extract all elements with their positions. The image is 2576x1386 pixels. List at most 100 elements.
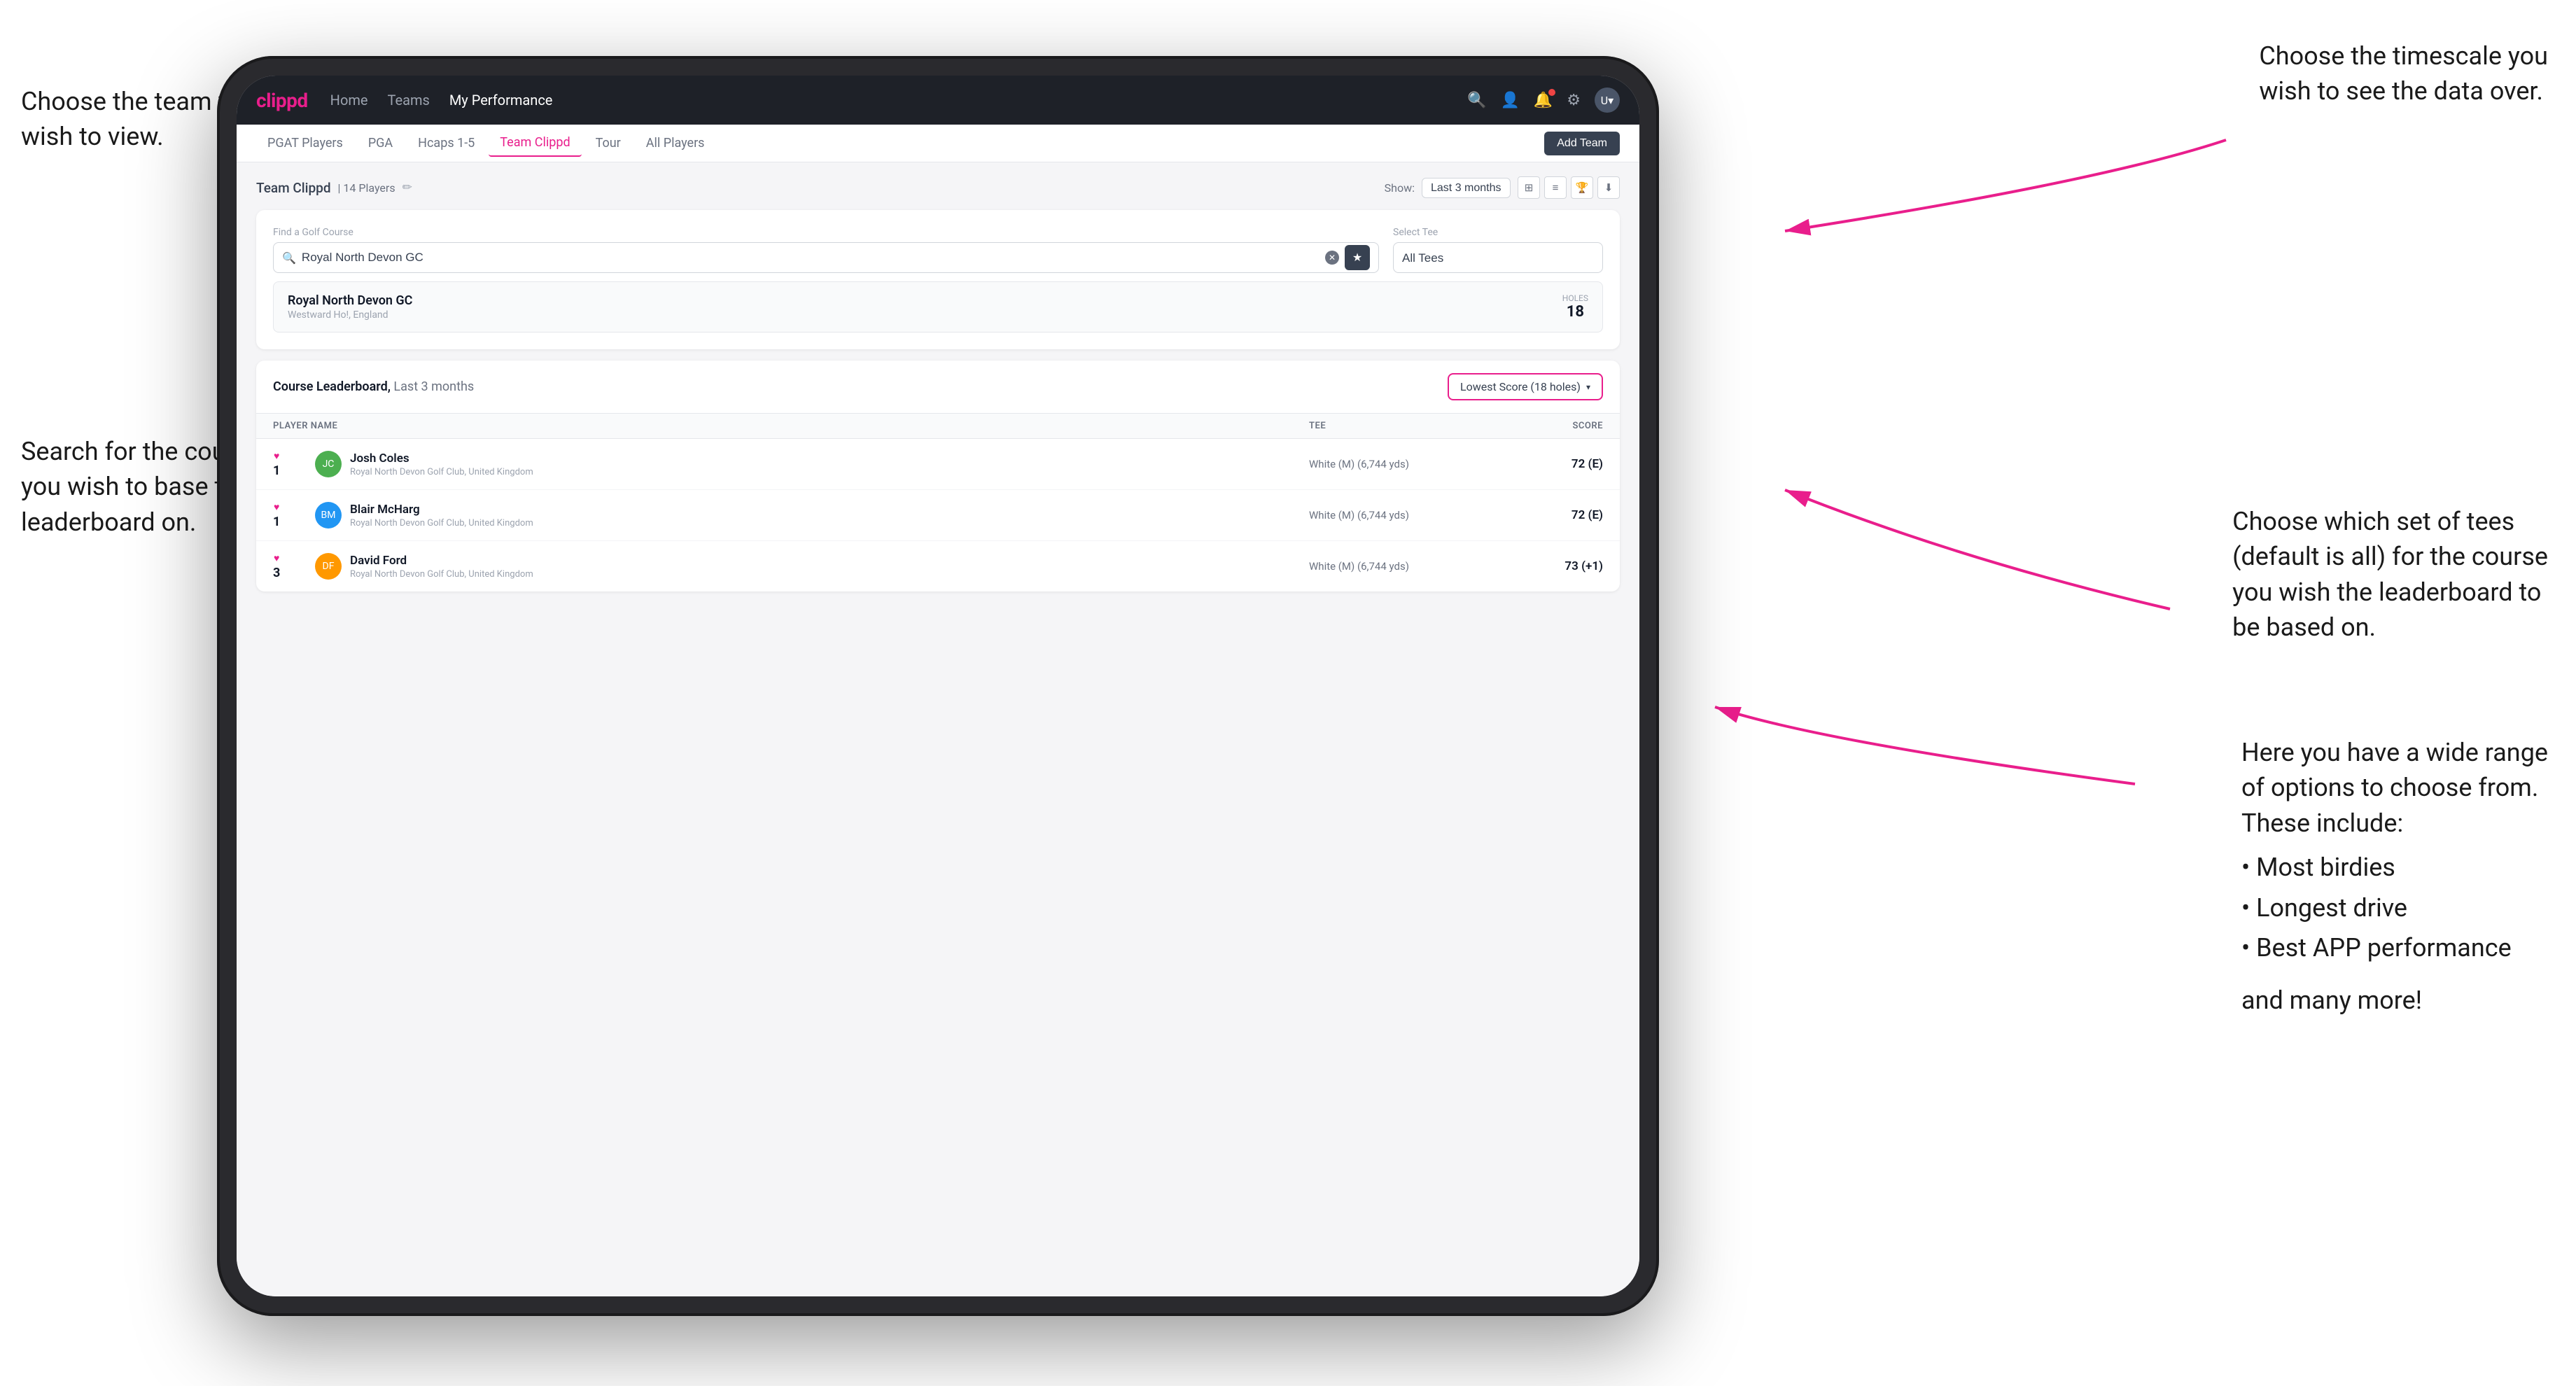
search-icon[interactable]: 🔍 — [1467, 92, 1486, 109]
tablet-screen: clippd Home Teams My Performance 🔍 👤 🔔 ⚙… — [237, 76, 1639, 1296]
add-team-button[interactable]: Add Team — [1544, 132, 1620, 155]
col-header-score: SCORE — [1491, 421, 1603, 431]
table-row: ♥ 1 BM Blair McHarg Royal North Devon Go… — [256, 490, 1620, 541]
team-title: Team Clippd | 14 Players ✏ — [256, 180, 412, 196]
score-cell-3: 73 (+1) — [1491, 559, 1603, 573]
tee-select-section: Select Tee All Tees — [1393, 227, 1603, 273]
player-info-2: BM Blair McHarg Royal North Devon Golf C… — [315, 502, 1309, 528]
sub-nav-all-players[interactable]: All Players — [635, 130, 716, 156]
leaderboard-title: Course Leaderboard, Last 3 months — [273, 379, 474, 394]
tee-cell-1: White (M) (6,744 yds) — [1309, 458, 1491, 470]
user-avatar[interactable]: U▾ — [1595, 88, 1620, 113]
search-row: Find a Golf Course 🔍 ✕ ★ Select Tee Al — [273, 227, 1603, 273]
nav-link-teams[interactable]: Teams — [388, 92, 430, 108]
table-header: PLAYER NAME TEE SCORE — [256, 414, 1620, 439]
trophy-view-button[interactable]: 🏆 — [1571, 176, 1593, 199]
tee-select-dropdown[interactable]: All Tees — [1393, 242, 1603, 273]
list-view-button[interactable]: ≡ — [1544, 176, 1567, 199]
heart-icon-1[interactable]: ♥ — [274, 450, 279, 462]
show-controls: Show: Last 3 months ⊞ ≡ 🏆 ⬇ — [1385, 176, 1620, 199]
course-search-section: Find a Golf Course 🔍 ✕ ★ — [273, 227, 1379, 273]
holes-label: Holes — [1562, 293, 1588, 303]
option-drive: Longest drive — [2241, 888, 2548, 929]
player-club-2: Royal North Devon Golf Club, United King… — [350, 518, 533, 528]
sub-nav-tour[interactable]: Tour — [584, 130, 632, 156]
sub-nav-pga[interactable]: PGA — [357, 130, 404, 156]
player-name-3: David Ford — [350, 554, 533, 568]
favorite-button[interactable]: ★ — [1345, 245, 1370, 270]
course-search-label: Find a Golf Course — [273, 227, 1379, 238]
rank-3: ♥ 3 — [273, 552, 280, 580]
clear-search-button[interactable]: ✕ — [1325, 251, 1339, 265]
annotation-tees: Choose which set of tees (default is all… — [2232, 504, 2548, 645]
tee-select-wrapper: All Tees — [1393, 242, 1603, 273]
view-icons: ⊞ ≡ 🏆 ⬇ — [1518, 176, 1620, 199]
player-info-3: DF David Ford Royal North Devon Golf Clu… — [315, 553, 1309, 580]
leaderboard-header: Course Leaderboard, Last 3 months Lowest… — [256, 360, 1620, 414]
course-search-input[interactable] — [302, 251, 1320, 265]
player-rank-3: ♥ 3 — [273, 552, 315, 580]
course-result: Royal North Devon GC Westward Ho!, Engla… — [273, 281, 1603, 332]
course-search-wrapper: 🔍 ✕ ★ — [273, 242, 1379, 273]
nav-links: Home Teams My Performance — [330, 92, 553, 108]
score-cell-2: 72 (E) — [1491, 508, 1603, 522]
navbar: clippd Home Teams My Performance 🔍 👤 🔔 ⚙… — [237, 76, 1639, 125]
leaderboard-card: Course Leaderboard, Last 3 months Lowest… — [256, 360, 1620, 592]
sub-nav-hcaps[interactable]: Hcaps 1-5 — [407, 130, 486, 156]
tee-select-label: Select Tee — [1393, 227, 1603, 238]
col-header-tee: TEE — [1309, 421, 1491, 431]
nav-right: 🔍 👤 🔔 ⚙ U▾ — [1467, 88, 1620, 113]
player-details-3: David Ford Royal North Devon Golf Club, … — [350, 554, 533, 580]
col-header-player: PLAYER NAME — [273, 421, 1309, 431]
player-count: | 14 Players — [338, 181, 396, 195]
tablet-frame: clippd Home Teams My Performance 🔍 👤 🔔 ⚙… — [217, 56, 1659, 1316]
nav-logo: clippd — [256, 89, 308, 112]
sub-navbar: PGAT Players PGA Hcaps 1-5 Team Clippd T… — [237, 125, 1639, 162]
edit-team-icon[interactable]: ✏ — [402, 181, 412, 195]
search-card: Find a Golf Course 🔍 ✕ ★ Select Tee Al — [256, 210, 1620, 349]
score-cell-1: 72 (E) — [1491, 457, 1603, 471]
course-info: Royal North Devon GC Westward Ho!, Engla… — [288, 293, 412, 321]
search-icon-small: 🔍 — [282, 251, 296, 265]
download-view-button[interactable]: ⬇ — [1597, 176, 1620, 199]
nav-link-performance[interactable]: My Performance — [449, 92, 553, 108]
option-app: Best APP performance — [2241, 928, 2548, 969]
player-rank-2: ♥ 1 — [273, 501, 315, 529]
course-name: Royal North Devon GC — [288, 293, 412, 308]
player-avatar-2: BM — [315, 502, 342, 528]
nav-link-home[interactable]: Home — [330, 92, 368, 108]
player-rank-1: ♥ 1 — [273, 450, 315, 478]
rank-2: ♥ 1 — [273, 501, 280, 529]
annotation-timescale: Choose the timescale you wish to see the… — [2259, 38, 2548, 109]
table-row: ♥ 1 JC Josh Coles Royal North Devon Golf… — [256, 439, 1620, 490]
score-filter-dropdown[interactable]: Lowest Score (18 holes) ▾ — [1448, 373, 1603, 400]
option-birdies: Most birdies — [2241, 848, 2548, 888]
player-name-2: Blair McHarg — [350, 503, 533, 517]
notif-dot — [1548, 89, 1555, 96]
sub-nav-team-clippd[interactable]: Team Clippd — [489, 130, 581, 157]
player-club-1: Royal North Devon Golf Club, United King… — [350, 467, 533, 477]
player-details-1: Josh Coles Royal North Devon Golf Club, … — [350, 451, 533, 477]
show-label: Show: — [1385, 181, 1415, 195]
time-period-dropdown[interactable]: Last 3 months — [1422, 178, 1511, 198]
main-content: Team Clippd | 14 Players ✏ Show: Last 3 … — [237, 162, 1639, 1296]
team-name: Team Clippd — [256, 180, 331, 196]
annotation-options: Here you have a wide range of options to… — [2241, 735, 2548, 1018]
chevron-down-icon: ▾ — [1586, 382, 1590, 392]
rank-1: ♥ 1 — [273, 450, 280, 478]
holes-badge: Holes 18 — [1562, 293, 1588, 321]
heart-icon-3[interactable]: ♥ — [274, 552, 279, 564]
holes-number: 18 — [1562, 303, 1588, 321]
player-info-1: JC Josh Coles Royal North Devon Golf Clu… — [315, 451, 1309, 477]
grid-view-button[interactable]: ⊞ — [1518, 176, 1540, 199]
and-more-text: and many more! — [2241, 983, 2548, 1018]
heart-icon-2[interactable]: ♥ — [274, 501, 279, 513]
table-row: ♥ 3 DF David Ford Royal North Devon Golf… — [256, 541, 1620, 592]
player-details-2: Blair McHarg Royal North Devon Golf Club… — [350, 503, 533, 528]
sub-nav-pgat[interactable]: PGAT Players — [256, 130, 354, 156]
options-list: Most birdies Longest drive Best APP perf… — [2241, 848, 2548, 969]
player-avatar-3: DF — [315, 553, 342, 580]
notification-icon[interactable]: 🔔 — [1534, 92, 1553, 109]
settings-icon[interactable]: ⚙ — [1567, 92, 1581, 109]
people-icon[interactable]: 👤 — [1500, 92, 1519, 109]
